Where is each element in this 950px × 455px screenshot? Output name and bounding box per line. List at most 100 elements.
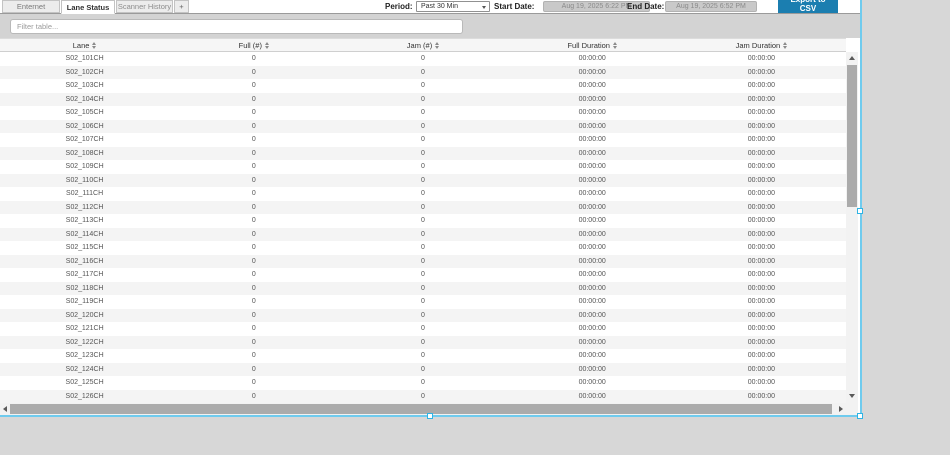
full-duration-cell: 00:00:00 bbox=[508, 376, 677, 390]
full-count-cell: 0 bbox=[169, 255, 338, 269]
full-count-cell: 0 bbox=[169, 376, 338, 390]
scroll-left-button[interactable] bbox=[0, 403, 9, 415]
jam-duration-cell: 00:00:00 bbox=[677, 201, 846, 215]
full-count-cell: 0 bbox=[169, 363, 338, 377]
full-duration-cell: 00:00:00 bbox=[508, 295, 677, 309]
table-row: S02_109CH 0 0 00:00:00 00:00:00 bbox=[0, 160, 846, 174]
column-header-jam[interactable]: Jam (#) bbox=[338, 39, 507, 51]
table-body: S02_101CH 0 0 00:00:00 00:00:00 S02_102C… bbox=[0, 52, 846, 403]
sort-icon bbox=[783, 42, 787, 49]
lane-cell: S02_104CH bbox=[0, 93, 169, 107]
vertical-scrollbar-thumb[interactable] bbox=[847, 65, 857, 207]
resize-handle-bottom-right[interactable] bbox=[857, 413, 863, 419]
filter-input[interactable] bbox=[10, 19, 463, 34]
jam-count-cell: 0 bbox=[338, 241, 507, 255]
resize-handle-bottom[interactable] bbox=[427, 413, 433, 419]
jam-count-cell: 0 bbox=[338, 201, 507, 215]
full-count-cell: 0 bbox=[169, 390, 338, 404]
table-row: S02_126CH 0 0 00:00:00 00:00:00 bbox=[0, 390, 846, 404]
table-row: S02_102CH 0 0 00:00:00 00:00:00 bbox=[0, 66, 846, 80]
tab-lane-status[interactable]: Lane Status bbox=[61, 0, 115, 14]
lane-cell: S02_119CH bbox=[0, 295, 169, 309]
tab-scanner-history[interactable]: Scanner History bbox=[116, 0, 173, 13]
filter-bar bbox=[0, 14, 860, 38]
jam-duration-cell: 00:00:00 bbox=[677, 255, 846, 269]
lane-cell: S02_117CH bbox=[0, 268, 169, 282]
table-row: S02_117CH 0 0 00:00:00 00:00:00 bbox=[0, 268, 846, 282]
arrow-down-icon bbox=[849, 394, 855, 398]
full-duration-cell: 00:00:00 bbox=[508, 268, 677, 282]
scroll-down-button[interactable] bbox=[846, 391, 858, 401]
jam-duration-cell: 00:00:00 bbox=[677, 322, 846, 336]
start-date-label: Start Date: bbox=[494, 2, 534, 11]
column-header-full[interactable]: Full (#) bbox=[169, 39, 338, 51]
column-header-label: Jam (#) bbox=[407, 41, 432, 50]
table-row: S02_123CH 0 0 00:00:00 00:00:00 bbox=[0, 349, 846, 363]
jam-duration-cell: 00:00:00 bbox=[677, 147, 846, 161]
lane-cell: S02_112CH bbox=[0, 201, 169, 215]
tab-enternet[interactable]: Enternet bbox=[2, 0, 60, 13]
table-row: S02_103CH 0 0 00:00:00 00:00:00 bbox=[0, 79, 846, 93]
new-tab-button[interactable]: + bbox=[174, 0, 189, 13]
column-header-jam-duration[interactable]: Jam Duration bbox=[677, 39, 846, 51]
table-row: S02_114CH 0 0 00:00:00 00:00:00 bbox=[0, 228, 846, 242]
column-header-label: Full (#) bbox=[239, 41, 262, 50]
resize-handle-right[interactable] bbox=[857, 208, 863, 214]
table-row: S02_111CH 0 0 00:00:00 00:00:00 bbox=[0, 187, 846, 201]
full-count-cell: 0 bbox=[169, 214, 338, 228]
full-duration-cell: 00:00:00 bbox=[508, 187, 677, 201]
jam-count-cell: 0 bbox=[338, 120, 507, 134]
jam-count-cell: 0 bbox=[338, 174, 507, 188]
app-content-frame: Enternet Lane Status Scanner History + P… bbox=[0, 0, 860, 415]
column-header-lane[interactable]: Lane bbox=[0, 39, 169, 51]
jam-count-cell: 0 bbox=[338, 187, 507, 201]
jam-duration-cell: 00:00:00 bbox=[677, 228, 846, 242]
lane-cell: S02_125CH bbox=[0, 376, 169, 390]
column-header-label: Jam Duration bbox=[736, 41, 781, 50]
lane-cell: S02_106CH bbox=[0, 120, 169, 134]
jam-count-cell: 0 bbox=[338, 228, 507, 242]
full-duration-cell: 00:00:00 bbox=[508, 241, 677, 255]
jam-duration-cell: 00:00:00 bbox=[677, 79, 846, 93]
full-duration-cell: 00:00:00 bbox=[508, 363, 677, 377]
period-select[interactable]: Past 30 Min bbox=[416, 1, 490, 12]
full-duration-cell: 00:00:00 bbox=[508, 322, 677, 336]
end-date-field[interactable]: Aug 19, 2025 6:52 PM bbox=[665, 1, 757, 12]
full-count-cell: 0 bbox=[169, 187, 338, 201]
jam-count-cell: 0 bbox=[338, 336, 507, 350]
full-count-cell: 0 bbox=[169, 147, 338, 161]
table-header: Lane Full (#) Jam (#) Full Duration Jam … bbox=[0, 38, 846, 52]
lane-cell: S02_123CH bbox=[0, 349, 169, 363]
jam-count-cell: 0 bbox=[338, 295, 507, 309]
jam-count-cell: 0 bbox=[338, 376, 507, 390]
jam-duration-cell: 00:00:00 bbox=[677, 376, 846, 390]
scroll-right-button[interactable] bbox=[836, 403, 845, 415]
column-header-label: Lane bbox=[73, 41, 90, 50]
lane-cell: S02_101CH bbox=[0, 52, 169, 66]
horizontal-scrollbar-thumb[interactable] bbox=[10, 404, 832, 414]
table-row: S02_101CH 0 0 00:00:00 00:00:00 bbox=[0, 52, 846, 66]
full-duration-cell: 00:00:00 bbox=[508, 93, 677, 107]
jam-duration-cell: 00:00:00 bbox=[677, 268, 846, 282]
scroll-up-button[interactable] bbox=[846, 53, 858, 63]
table-row: S02_119CH 0 0 00:00:00 00:00:00 bbox=[0, 295, 846, 309]
jam-count-cell: 0 bbox=[338, 160, 507, 174]
full-duration-cell: 00:00:00 bbox=[508, 255, 677, 269]
jam-duration-cell: 00:00:00 bbox=[677, 390, 846, 404]
lane-cell: S02_126CH bbox=[0, 390, 169, 404]
jam-duration-cell: 00:00:00 bbox=[677, 120, 846, 134]
table-row: S02_105CH 0 0 00:00:00 00:00:00 bbox=[0, 106, 846, 120]
table-row: S02_106CH 0 0 00:00:00 00:00:00 bbox=[0, 120, 846, 134]
lane-cell: S02_120CH bbox=[0, 309, 169, 323]
column-header-full-duration[interactable]: Full Duration bbox=[508, 39, 677, 51]
full-duration-cell: 00:00:00 bbox=[508, 309, 677, 323]
vertical-scrollbar[interactable] bbox=[846, 52, 858, 403]
table-row: S02_124CH 0 0 00:00:00 00:00:00 bbox=[0, 363, 846, 377]
export-csv-button[interactable]: Export to CSV bbox=[778, 0, 838, 13]
full-count-cell: 0 bbox=[169, 282, 338, 296]
full-duration-cell: 00:00:00 bbox=[508, 66, 677, 80]
lane-cell: S02_121CH bbox=[0, 322, 169, 336]
lane-cell: S02_108CH bbox=[0, 147, 169, 161]
jam-duration-cell: 00:00:00 bbox=[677, 187, 846, 201]
sort-icon bbox=[613, 42, 617, 49]
